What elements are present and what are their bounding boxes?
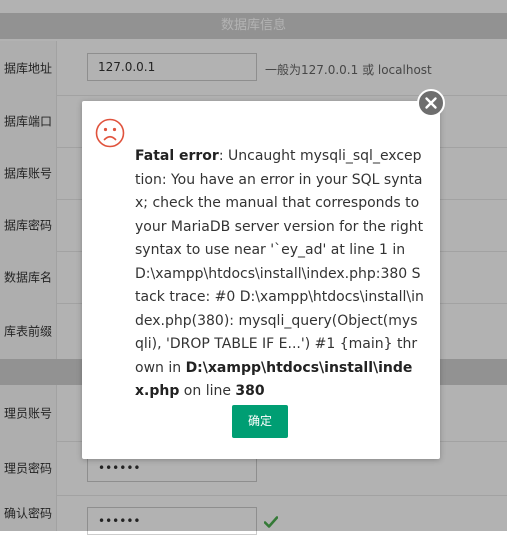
confirm-button[interactable]: 确定 — [232, 405, 288, 438]
error-line: 380 — [235, 383, 265, 399]
error-title: Fatal error — [135, 148, 219, 164]
error-message: Fatal error: Uncaught mysqli_sql_excepti… — [135, 148, 424, 399]
close-button[interactable] — [417, 89, 445, 117]
error-body: Uncaught mysqli_sql_exception: You have … — [135, 148, 424, 376]
close-icon — [425, 97, 437, 109]
sad-face-icon — [95, 118, 125, 148]
